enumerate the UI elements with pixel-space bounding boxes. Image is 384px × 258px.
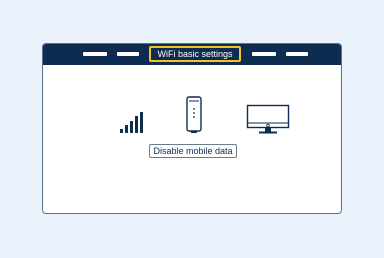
nav-tab-placeholder-4[interactable] [286,52,308,56]
nav-tab-placeholder-2[interactable] [117,52,139,56]
disable-mobile-data-button[interactable]: Disable mobile data [149,144,237,158]
router-icon [186,96,202,133]
signal-strength-icon [120,112,143,133]
nav-tab-placeholder-1[interactable] [83,52,107,56]
tab-wifi-basic-settings[interactable]: WiFi basic settings [149,46,241,62]
nav-tab-placeholder-3[interactable] [252,52,276,56]
top-navigation-bar: WiFi basic settings [43,44,341,65]
monitor-icon [246,104,290,134]
settings-window: WiFi basic settings Disable mobile data [42,43,342,214]
